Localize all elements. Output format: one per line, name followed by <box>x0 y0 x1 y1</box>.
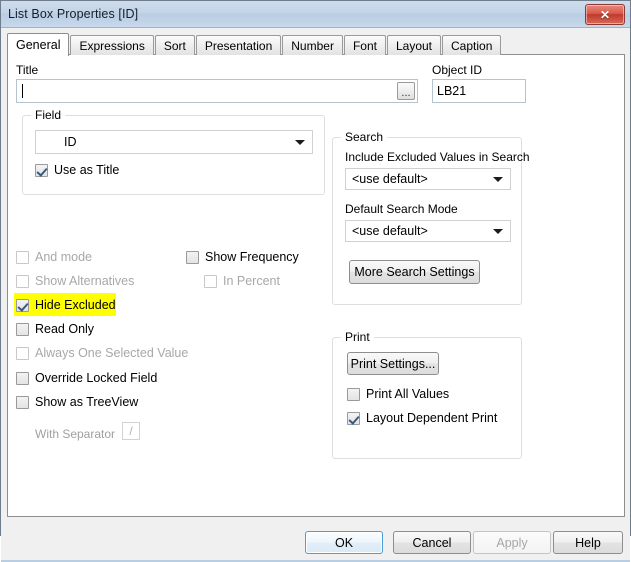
default-search-mode-select[interactable]: <use default> <box>345 220 511 242</box>
checkbox-glyph <box>16 274 29 288</box>
include-excluded-label: Include Excluded Values in Search <box>345 150 530 164</box>
dialog-footer: OK Cancel Apply Help <box>1 524 630 562</box>
show-alternatives-checkbox: Show Alternatives <box>16 274 134 288</box>
chevron-down-icon <box>295 140 305 145</box>
close-glyph: ✕ <box>599 7 611 22</box>
with-separator-input: / <box>122 422 140 440</box>
object-id-value: LB21 <box>437 84 467 98</box>
read-only-label: Read Only <box>35 322 95 336</box>
in-percent-label: In Percent <box>223 274 280 288</box>
default-search-mode-label: Default Search Mode <box>345 202 458 216</box>
title-expression-button[interactable]: ... <box>397 82 415 100</box>
checkbox-glyph <box>16 298 29 312</box>
tab-presentation[interactable]: Presentation <box>195 35 282 55</box>
checkbox-glyph <box>347 411 360 425</box>
print-group: Print Print Settings... Print All Values… <box>332 330 522 459</box>
layout-dependent-print-checkbox[interactable]: Layout Dependent Print <box>347 411 497 425</box>
tab-number[interactable]: Number <box>282 35 343 55</box>
checkbox-glyph <box>16 250 29 264</box>
checkbox-glyph <box>16 346 29 360</box>
apply-button: Apply <box>473 531 551 554</box>
hide-excluded-checkbox[interactable]: Hide Excluded <box>16 298 116 312</box>
title-bar: List Box Properties [ID] ✕ <box>1 1 630 28</box>
show-frequency-label: Show Frequency <box>205 250 299 264</box>
include-excluded-select[interactable]: <use default> <box>345 168 511 190</box>
field-group-title: Field <box>31 108 66 122</box>
hide-excluded-label: Hide Excluded <box>35 298 116 312</box>
field-group: Field ID Use as Title <box>22 108 325 195</box>
checkbox-glyph <box>16 322 29 336</box>
print-group-title: Print <box>341 330 374 344</box>
tab-font[interactable]: Font <box>343 35 386 55</box>
always-one-selected-value-checkbox: Always One Selected Value <box>16 346 188 360</box>
checkbox-glyph <box>35 163 48 177</box>
always-one-selected-value-label: Always One Selected Value <box>35 346 189 360</box>
layout-dependent-print-label: Layout Dependent Print <box>366 411 498 425</box>
checkbox-glyph <box>186 250 199 264</box>
cancel-button[interactable]: Cancel <box>393 531 471 554</box>
field-select-value: ID <box>64 135 77 149</box>
more-search-settings-button[interactable]: More Search Settings <box>349 260 480 284</box>
default-search-mode-value: <use default> <box>352 224 428 238</box>
object-id-label: Object ID <box>432 63 483 77</box>
use-as-title-checkbox[interactable]: Use as Title <box>35 163 119 177</box>
show-frequency-checkbox[interactable]: Show Frequency <box>186 250 299 264</box>
use-as-title-label: Use as Title <box>54 163 120 177</box>
and-mode-label: And mode <box>35 250 92 264</box>
general-tab-panel: Title ... Object ID LB21 Field ID Use as… <box>7 54 625 517</box>
print-settings-button[interactable]: Print Settings... <box>347 352 439 375</box>
with-separator-label: With Separator <box>35 427 116 441</box>
tab-strip: General Expressions Sort Presentation Nu… <box>7 32 502 56</box>
checkbox-glyph <box>204 274 217 288</box>
tab-sort[interactable]: Sort <box>154 35 195 55</box>
dialog-client-area: General Expressions Sort Presentation Nu… <box>1 28 630 562</box>
checkbox-glyph <box>16 371 29 385</box>
print-all-values-checkbox[interactable]: Print All Values <box>347 387 449 401</box>
tab-expressions[interactable]: Expressions <box>70 35 154 55</box>
search-group-title: Search <box>341 130 388 144</box>
show-as-treeview-label: Show as TreeView <box>35 395 139 409</box>
ok-button[interactable]: OK <box>305 531 383 554</box>
list-box-properties-dialog: List Box Properties [ID] ✕ General Expre… <box>0 0 631 562</box>
tab-general[interactable]: General <box>7 33 70 56</box>
tab-layout[interactable]: Layout <box>386 35 441 55</box>
field-select[interactable]: ID <box>35 130 313 154</box>
checkbox-glyph <box>347 387 360 401</box>
and-mode-checkbox: And mode <box>16 250 92 264</box>
search-group: Search Include Excluded Values in Search… <box>332 130 530 305</box>
override-locked-field-label: Override Locked Field <box>35 371 158 385</box>
override-locked-field-checkbox[interactable]: Override Locked Field <box>16 371 157 385</box>
chevron-down-icon <box>493 177 503 182</box>
show-as-treeview-checkbox[interactable]: Show as TreeView <box>16 395 138 409</box>
title-label: Title <box>16 63 39 77</box>
print-all-values-label: Print All Values <box>366 387 450 401</box>
read-only-checkbox[interactable]: Read Only <box>16 322 94 336</box>
include-excluded-value: <use default> <box>352 172 428 186</box>
show-alternatives-label: Show Alternatives <box>35 274 135 288</box>
checkbox-glyph <box>16 395 29 409</box>
close-icon[interactable]: ✕ <box>585 4 625 25</box>
object-id-input[interactable]: LB21 <box>432 79 526 103</box>
window-title: List Box Properties [ID] <box>8 7 139 21</box>
tab-caption[interactable]: Caption <box>442 35 502 55</box>
in-percent-checkbox: In Percent <box>204 274 280 288</box>
title-input[interactable] <box>16 79 418 103</box>
help-button[interactable]: Help <box>553 531 623 554</box>
text-caret <box>22 84 23 98</box>
chevron-down-icon <box>493 229 503 234</box>
